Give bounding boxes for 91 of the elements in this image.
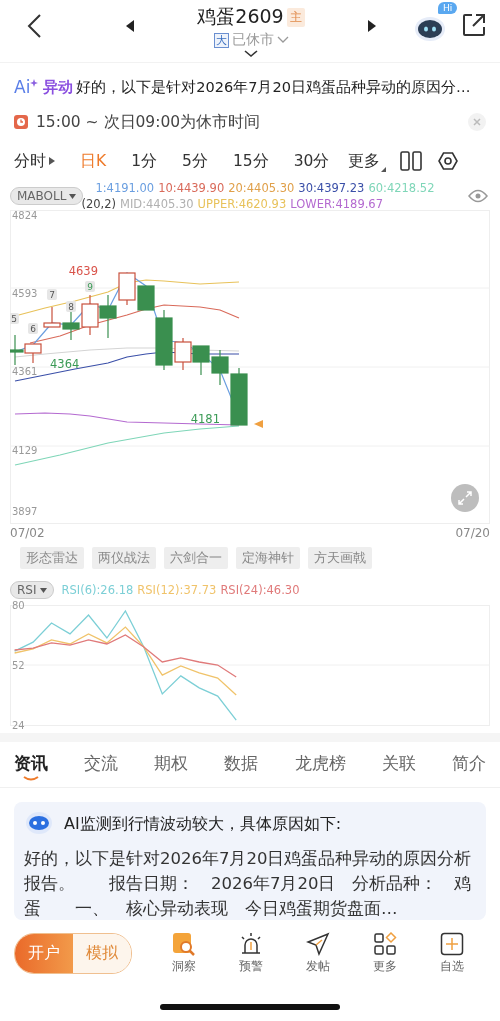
axis-label: 24: [12, 719, 25, 731]
axis-label: 52: [12, 659, 25, 671]
indicator-value: RSI(24):46.30: [220, 583, 300, 597]
clock-icon: [14, 115, 28, 129]
next-icon[interactable]: [368, 20, 376, 32]
date-label: 07/20: [455, 526, 490, 540]
alert-message[interactable]: 好的，以下是针对2026年7月20日鸡蛋品种异动的原因分…: [76, 77, 471, 97]
price-label: 4181: [190, 412, 220, 426]
chevron-down-icon[interactable]: [276, 36, 289, 44]
period-tab[interactable]: 15分: [232, 150, 269, 172]
ai-card[interactable]: AI监测到行情波动较大，具体原因如下: 好的，以下是针对2026年7月20日鸡蛋品种异动的原因分析报告。 报告日期： 2026年7月20日 分析品种： 鸡蛋 一、 核心异动表现 今日鸡蛋期货盘面…: [14, 802, 486, 920]
indicator-value: (20,2): [81, 197, 116, 211]
strategy-chip[interactable]: 定海神针: [236, 547, 300, 569]
nav-item[interactable]: 更多: [351, 931, 419, 975]
sparkle-icon: [30, 79, 39, 87]
main-contract-badge: 主: [286, 7, 305, 27]
alert-tag: 异动: [43, 77, 74, 97]
robot-icon[interactable]: [414, 14, 446, 42]
greeting-badge: Hi: [438, 2, 458, 14]
axis-label: 4361: [12, 366, 38, 377]
period-tab[interactable]: 1分: [131, 150, 158, 172]
apps-icon: [373, 931, 398, 956]
candle: [192, 345, 210, 376]
indicator-value: 60:4218.52: [368, 181, 435, 195]
info-tab[interactable]: 数据: [224, 746, 259, 784]
current-price-pointer: [254, 420, 263, 428]
session-icon: 大: [213, 32, 229, 48]
info-tab[interactable]: 交流: [84, 746, 119, 784]
caret-icon: [381, 166, 387, 172]
caret-icon: [49, 157, 55, 165]
info-tab[interactable]: 资讯: [14, 746, 48, 784]
axis-label: 4129: [12, 445, 38, 456]
indicator-dropdown[interactable]: RSI: [10, 581, 54, 599]
add-icon: [440, 931, 465, 956]
underline-icon: [23, 776, 39, 781]
sequence-badge: 5: [10, 313, 19, 324]
nav-item[interactable]: 洞察: [150, 931, 218, 975]
candle: [81, 294, 99, 336]
info-tab[interactable]: 关联: [381, 746, 416, 784]
info-tab[interactable]: 龙虎榜: [294, 746, 346, 784]
sequence-badge: 8: [66, 301, 76, 312]
indicator-value: MID:4405.30: [120, 197, 194, 211]
layout-icon[interactable]: [400, 151, 423, 171]
strategy-chip[interactable]: 两仪战法: [92, 547, 156, 569]
indicator-value: RSI(12):37.73: [137, 583, 217, 597]
period-tab[interactable]: 5分: [182, 150, 208, 172]
indicator-value: 1:4191.00: [95, 181, 155, 195]
nav-item[interactable]: 自选: [418, 931, 486, 975]
indicator-value: RSI(6):26.18: [61, 583, 134, 597]
price-label: 4639: [68, 264, 98, 278]
sequence-badge: 6: [28, 323, 38, 334]
indicator-value: UPPER:4620.93: [197, 197, 287, 211]
nav-item[interactable]: 预警: [217, 931, 285, 975]
card-text: 好的，以下是针对2026年7月20日鸡蛋品种异动的原因分析报告。 报告日期： 2026年7月20日 分析品种： 鸡蛋 一、 核心异动表现 今日鸡蛋期货盘面…: [24, 848, 473, 920]
axis-label: 4824: [12, 210, 38, 221]
alarm-icon: [238, 931, 263, 956]
contract-title: 鸡蛋2609: [197, 4, 284, 29]
axis-label: 4593: [12, 288, 38, 299]
strategy-chip[interactable]: 方天画戟: [308, 547, 372, 569]
eye-icon[interactable]: [468, 189, 488, 203]
share-icon[interactable]: [462, 13, 486, 37]
caret-icon: [39, 587, 47, 593]
period-tab[interactable]: 30分: [293, 150, 330, 172]
info-tab[interactable]: 简介: [451, 746, 486, 784]
previous-icon[interactable]: [126, 20, 134, 32]
period-tab[interactable]: 分时: [14, 150, 55, 172]
document-search-icon: [171, 931, 196, 956]
candle: [99, 294, 117, 339]
price-label: 4364: [50, 357, 80, 371]
notice-text: 15:00 ~ 次日09:00为休市时间: [36, 111, 262, 133]
indicator-value: 20:4405.30: [228, 181, 295, 195]
candle: [118, 272, 136, 306]
sequence-badge: 7: [47, 289, 57, 300]
date-label: 07/02: [10, 526, 45, 540]
caret-icon: [69, 193, 77, 199]
card-title: AI监测到行情波动较大，具体原因如下:: [64, 813, 342, 835]
indicator-value: 30:4397.23: [298, 181, 365, 195]
back-icon[interactable]: [26, 13, 42, 39]
indicator-value: 10:4439.90: [158, 181, 225, 195]
info-tab[interactable]: 期权: [154, 746, 189, 784]
expand-icon[interactable]: [244, 50, 258, 58]
sequence-badge: 9: [85, 281, 95, 292]
axis-label: 80: [12, 599, 25, 611]
settings-icon[interactable]: [438, 151, 459, 171]
nav-item[interactable]: 发帖: [284, 931, 352, 975]
strategy-chip[interactable]: 形态雷达: [20, 547, 84, 569]
axis-label: 3897: [12, 506, 38, 517]
ai-logo: Ai: [14, 77, 31, 97]
indicator-value: LOWER:4189.67: [290, 197, 383, 211]
period-tab[interactable]: 更多: [348, 150, 387, 172]
paper-plane-icon: [306, 931, 330, 956]
